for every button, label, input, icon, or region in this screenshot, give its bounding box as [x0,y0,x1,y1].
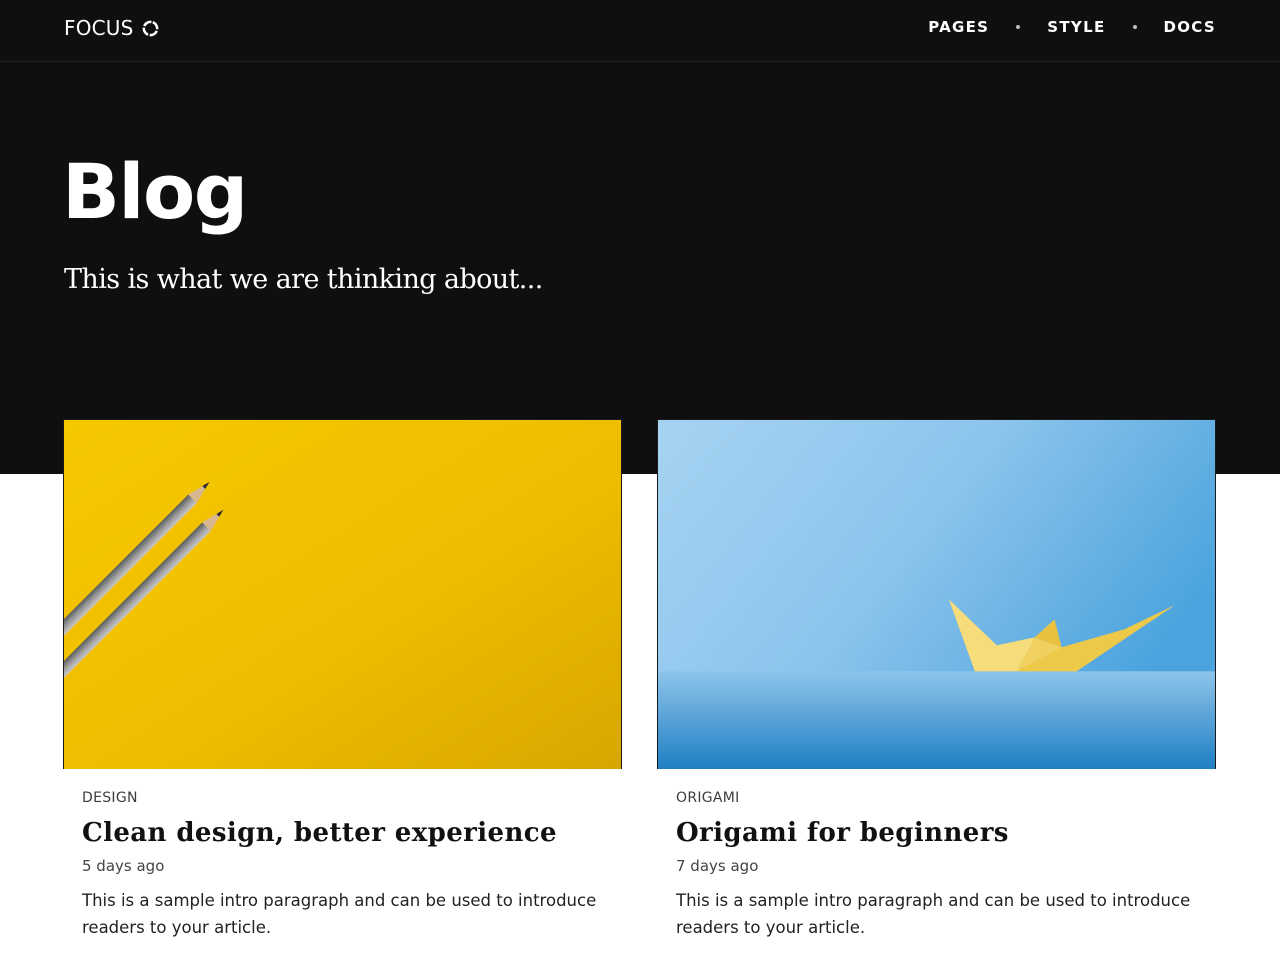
post-date: 7 days ago [676,857,759,875]
brand-logo-link[interactable]: FOCUS [64,16,160,40]
post-excerpt: This is a sample intro paragraph and can… [676,891,1191,937]
top-navbar: FOCUS PAGES STYLE DOCS [0,0,1280,62]
post-content: ORIGAMI Origami for beginners 7 days ago… [657,769,1216,941]
focus-ring-icon [142,20,158,36]
nav-separator-dot [1132,25,1137,29]
post-category: DESIGN [82,790,138,806]
post-content: DESIGN Clean design, better experience 5… [63,769,622,941]
pencils-image [64,420,621,769]
page-title: Blog [62,147,248,236]
post-category: ORIGAMI [676,790,740,806]
page-subtitle: This is what we are thinking about... [64,264,543,295]
post-image-link[interactable] [63,419,622,769]
page: FOCUS PAGES STYLE DOCS Blog This is what… [0,0,1280,960]
paper-boat-image [658,420,1215,769]
main-nav: PAGES STYLE DOCS [928,18,1216,36]
nav-link-pages[interactable]: PAGES [928,18,989,36]
post-title-link[interactable]: Clean design, better experience [82,816,604,850]
nav-separator-dot [1016,25,1021,29]
post-excerpt: This is a sample intro paragraph and can… [82,891,597,937]
brand-name: FOCUS [64,16,134,40]
blog-post-card: ORIGAMI Origami for beginners 7 days ago… [657,419,1216,960]
nav-link-docs[interactable]: DOCS [1164,18,1217,36]
blog-post-card: DESIGN Clean design, better experience 5… [63,419,622,960]
post-title-link[interactable]: Origami for beginners [676,816,1198,850]
nav-link-style[interactable]: STYLE [1047,18,1105,36]
post-date: 5 days ago [82,857,165,875]
post-image-link[interactable] [657,419,1216,769]
